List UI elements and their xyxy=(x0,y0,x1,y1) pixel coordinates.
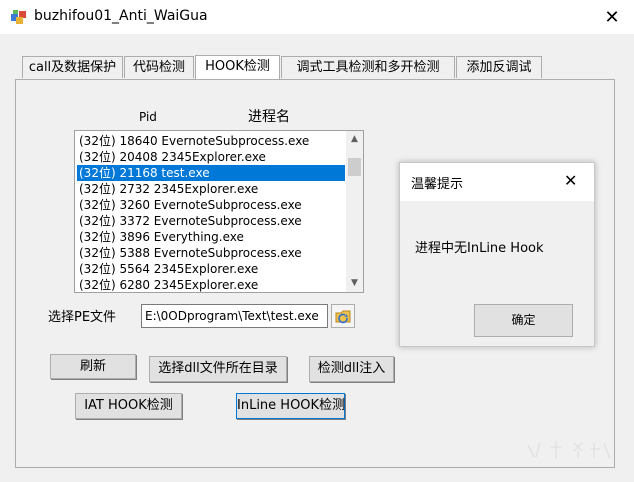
dialog-title: 温馨提示 xyxy=(411,177,464,192)
list-item[interactable]: (32位) 2732 2345Explorer.exe xyxy=(77,181,345,197)
list-item[interactable]: (32位) 3896 Everything.exe xyxy=(77,229,345,245)
dialog-close-icon[interactable]: ✕ xyxy=(564,171,577,190)
browse-file-button[interactable] xyxy=(331,304,355,328)
tab-add-anti-debug[interactable]: 添加反调试 xyxy=(456,56,542,78)
scroll-up-icon[interactable]: ▲ xyxy=(346,131,363,148)
pid-header: Pid xyxy=(139,110,157,124)
list-item-selected[interactable]: (32位) 21168 test.exe xyxy=(77,165,345,181)
app-icon xyxy=(10,9,28,25)
tab-hook-detect[interactable]: HOOK检测 xyxy=(195,55,280,80)
message-dialog: 温馨提示 ✕ 进程中无InLine Hook 确定 xyxy=(399,162,595,347)
process-name-header: 进程名 xyxy=(248,109,290,125)
window-title: buzhifou01_Anti_WaiGua xyxy=(34,8,208,24)
list-item[interactable]: (32位) 5388 EvernoteSubprocess.exe xyxy=(77,245,345,261)
dialog-ok-button[interactable]: 确定 xyxy=(474,304,573,337)
list-item[interactable]: (32位) 20408 2345Explorer.exe xyxy=(77,149,345,165)
window-close-button[interactable]: ✕ xyxy=(590,0,634,34)
pe-file-path-input[interactable]: E:\0ODprogram\Text\test.exe xyxy=(141,304,328,328)
scroll-down-icon[interactable]: ▼ xyxy=(346,275,363,292)
tab-call-data-protect[interactable]: call及数据保护 xyxy=(22,56,123,78)
tab-code-detect[interactable]: 代码检测 xyxy=(124,56,194,78)
close-icon: ✕ xyxy=(604,6,620,28)
iat-hook-button[interactable]: IAT HOOK检测 xyxy=(75,393,182,419)
pe-file-label: 选择PE文件 xyxy=(48,310,117,325)
list-item[interactable]: (32位) 5564 2345Explorer.exe xyxy=(77,261,345,277)
dialog-message: 进程中无InLine Hook xyxy=(415,241,544,256)
list-scrollbar[interactable]: ▲ ▼ xyxy=(346,131,363,292)
list-item[interactable]: (32位) 3260 EvernoteSubprocess.exe xyxy=(77,197,345,213)
choose-dll-dir-button[interactable]: 选择dll文件所在目录 xyxy=(149,356,287,382)
scroll-thumb[interactable] xyxy=(348,158,361,176)
tab-debugger-detect[interactable]: 调式工具检测和多开检测 xyxy=(281,56,455,78)
refresh-button[interactable]: 刷新 xyxy=(50,354,136,379)
dialog-body: 进程中无InLine Hook 确定 xyxy=(400,201,594,346)
detect-dll-inject-button[interactable]: 检测dll注入 xyxy=(309,356,394,382)
folder-browse-icon xyxy=(335,310,351,324)
watermark-logo xyxy=(520,435,620,465)
list-item[interactable]: (32位) 18640 EvernoteSubprocess.exe xyxy=(77,133,345,149)
list-item[interactable]: (32位) 3372 EvernoteSubprocess.exe xyxy=(77,213,345,229)
list-item[interactable]: (32位) 6280 2345Explorer.exe xyxy=(77,277,345,292)
process-list[interactable]: (32位) 18640 EvernoteSubprocess.exe (32位)… xyxy=(74,130,364,293)
inline-hook-button[interactable]: InLine HOOK检测 xyxy=(236,393,345,419)
